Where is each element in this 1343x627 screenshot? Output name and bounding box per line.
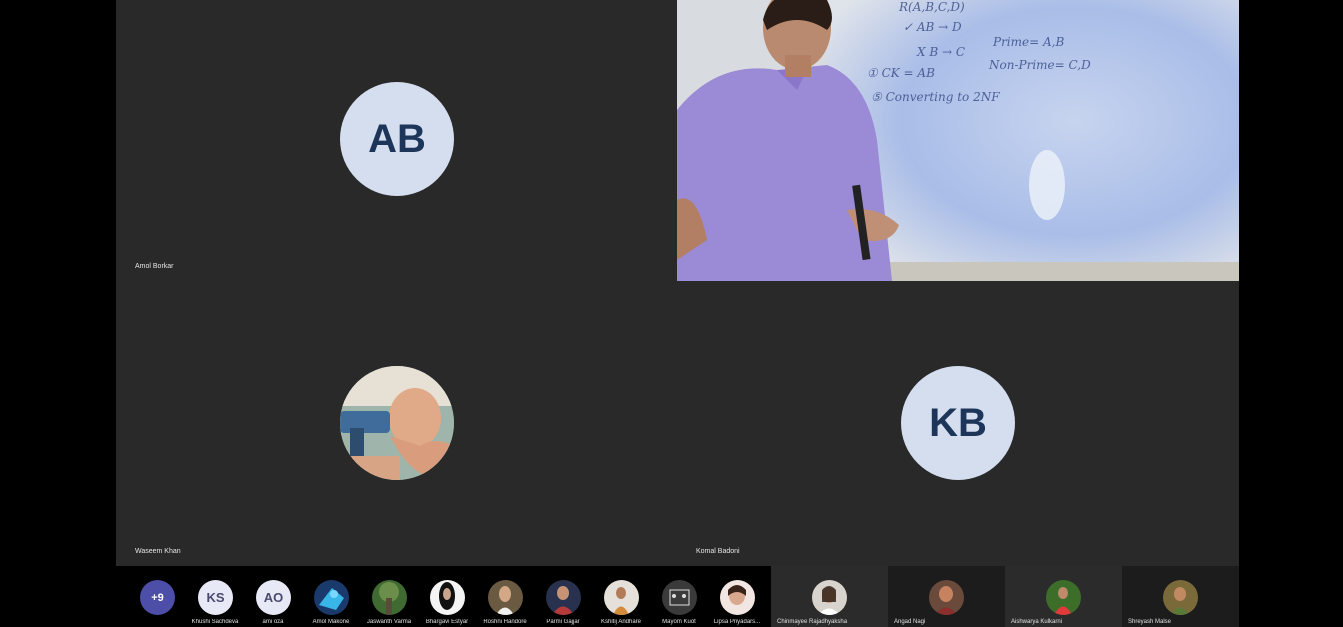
profile-photo [1171,587,1189,615]
strip-video-participant[interactable]: Chinmayee Rajadhyaksha [771,566,888,627]
strip-participant[interactable]: Parmi Gajjar [534,566,592,627]
profile-photo [340,366,454,480]
avatar: KB [901,366,1015,480]
presenter-video [677,0,1239,281]
participant-name: Chinmayee Rajadhyaksha [777,619,848,625]
avatar [340,366,454,480]
participant-name: Bhargavi Estyar [425,619,469,625]
more-participants-button[interactable]: +9 [128,566,186,627]
board-line: ① CK = AB [867,66,935,80]
avatar [1046,580,1081,615]
participant-name: Roshni Handore [483,619,527,625]
participant-name: Khushi Sachdeva [191,619,239,625]
participant-tile-amol-borkar[interactable]: AB Amol Borkar [116,0,677,281]
participant-tile-komal-badoni[interactable]: KB Komal Badoni [677,281,1239,566]
board-line: ⑤ Converting to 2NF [871,90,1000,104]
participant-name: Komal Badoni [696,548,740,555]
avatar [488,580,523,615]
strip-participant[interactable]: Amol Makone [302,566,360,627]
profile-photo [728,585,746,605]
participant-name: Mayom Kuot [662,619,696,625]
participant-strip: +9 KS Khushi Sachdeva AO ami oza Amol Ma… [116,566,1239,627]
avatar [430,580,465,615]
strip-participant[interactable]: Jaswanth Varma [360,566,418,627]
strip-participant[interactable]: KS Khushi Sachdeva [186,566,244,627]
board-line: ✓ AB → D [903,20,962,34]
avatar: KS [198,580,233,615]
avatar [929,580,964,615]
strip-video-participant[interactable]: Angad Nagi [888,566,1005,627]
profile-photo [319,588,344,610]
participant-name: Aishwarya Kulkarni [1011,619,1063,625]
profile-photo [669,589,690,606]
participant-tile-waseem-khan[interactable]: Waseem Khan [116,281,677,566]
profile-photo [496,586,514,615]
participant-name: Lipsa Priyadars... [713,619,761,625]
board-line: Non-Prime= C,D [989,58,1091,72]
profile-photo [1054,587,1072,615]
avatar [1163,580,1198,615]
profile-photo [935,586,957,615]
participant-name: Waseem Khan [135,548,181,555]
participant-name: Shreyash Malse [1128,619,1172,625]
avatar: AO [256,580,291,615]
strip-participant[interactable]: Kshitij Andhare [592,566,650,627]
strip-video-participant[interactable]: Shreyash Malse [1122,566,1239,627]
avatar [372,580,407,615]
profile-photo [613,587,629,615]
profile-photo [439,582,455,610]
profile-photo [552,586,574,615]
avatar [662,580,697,615]
strip-participant[interactable]: Roshni Handore [476,566,534,627]
avatar [314,580,349,615]
profile-photo [818,586,840,615]
participant-name: Angad Nagi [894,619,926,625]
participant-name: Kshitij Andhare [600,619,642,625]
participant-name: Amol Makone [312,619,350,625]
participant-name: Jaswanth Varma [366,619,412,625]
avatar [812,580,847,615]
strip-participant[interactable]: AO ami oza [244,566,302,627]
strip-video-participant[interactable]: Aishwarya Kulkarni [1005,566,1122,627]
participant-name: Amol Borkar [135,263,174,270]
participant-name: Parmi Gajjar [546,619,580,625]
strip-participant[interactable]: Lipsa Priyadars... [708,566,766,627]
avatar [720,580,755,615]
presenter-video-tile[interactable]: R(A,B,C,D) ✓ AB → D X B → C Prime= A,B ①… [677,0,1239,281]
avatar [604,580,639,615]
avatar: AB [340,82,454,196]
meeting-stage: AB Amol Borkar R(A,B,C,D) ✓ AB → D X B →… [116,0,1239,627]
avatar [546,580,581,615]
strip-participant[interactable]: Bhargavi Estyar [418,566,476,627]
board-line: X B → C [917,45,966,59]
board-line: Prime= A,B [993,35,1065,49]
profile-photo [379,582,399,615]
strip-participant[interactable]: Mayom Kuot [650,566,708,627]
board-line: R(A,B,C,D) [899,0,965,14]
participant-name: ami oza [262,619,284,625]
more-count: +9 [140,580,175,615]
